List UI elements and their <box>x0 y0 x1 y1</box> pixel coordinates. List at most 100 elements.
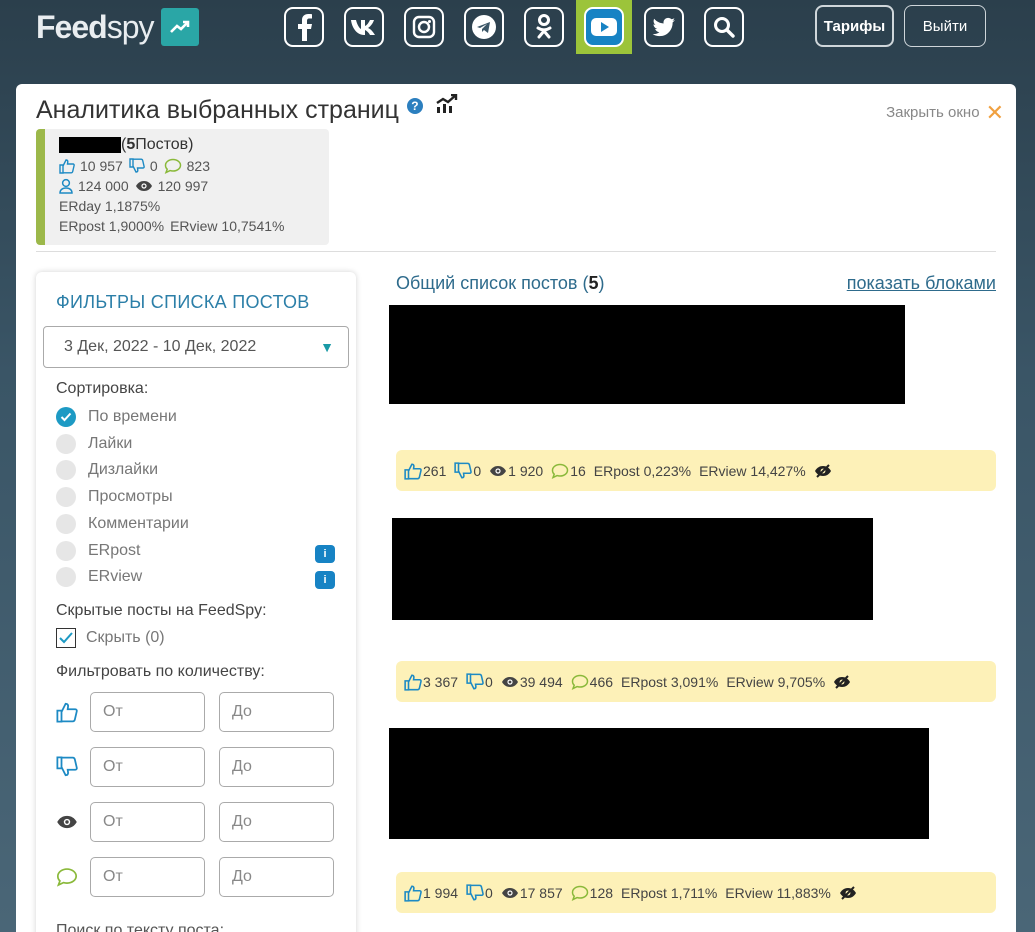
trend-icon <box>161 8 200 46</box>
top-bar: Feedspy Тарифы Выйти <box>0 0 1035 84</box>
nav-twitter[interactable] <box>636 0 692 54</box>
sort-option-erview[interactable]: ERview <box>56 567 142 587</box>
nav-facebook[interactable] <box>276 0 332 54</box>
radio-icon <box>56 487 76 507</box>
summary-views: 120 997 <box>157 178 209 194</box>
dislikes-to-input[interactable]: До <box>219 747 334 787</box>
comment-icon <box>571 885 589 901</box>
views-to-input[interactable]: До <box>219 802 334 842</box>
hide-post-icon[interactable] <box>839 885 857 900</box>
summary-dislikes: 0 <box>149 158 158 174</box>
redacted-post-content[interactable] <box>392 518 873 620</box>
sort-option-label: Дизлайки <box>88 461 159 478</box>
post-dislikes: 0 <box>454 461 481 480</box>
post-likes: 1 994 <box>404 884 458 902</box>
sort-option-label: Просмотры <box>88 488 173 505</box>
nav-search[interactable] <box>696 0 752 54</box>
info-icon[interactable]: i <box>315 571 335 589</box>
page-title-text: Аналитика выбранных страниц <box>36 96 399 124</box>
likes-from-input[interactable]: От <box>90 692 205 732</box>
post-erview: ERview 14,427% <box>699 462 806 479</box>
help-icon[interactable]: ? <box>406 97 423 114</box>
sort-option-label: ERpost <box>88 542 141 559</box>
post-views: 17 857 <box>501 885 563 901</box>
page-title: Аналитика выбранных страниц ? <box>36 93 459 125</box>
like-icon <box>404 462 422 480</box>
comments-from-input[interactable]: От <box>90 857 205 897</box>
sort-option-dislikes[interactable]: Дизлайки <box>56 460 158 480</box>
qty-filter-label: Фильтровать по количеству: <box>56 663 265 680</box>
chart-icon[interactable] <box>435 92 459 121</box>
sort-option-label: ERview <box>88 568 143 585</box>
date-range-select[interactable]: 3 Дек, 2022 - 10 Дек, 2022 ▼ <box>43 326 349 368</box>
show-blocks-link[interactable]: показать блоками <box>847 273 996 294</box>
comment-icon <box>551 463 569 479</box>
nav-telegram[interactable] <box>456 0 512 54</box>
post-comments: 16 <box>551 463 586 479</box>
post-stats-bar: 1 994 0 17 857 128 ERpost 1,711% ERview … <box>396 872 996 913</box>
dislike-icon <box>454 461 473 480</box>
summary-comments: 823 <box>186 158 210 174</box>
tariffs-button[interactable]: Тарифы <box>815 5 894 47</box>
filters-title: ФИЛЬТРЫ СПИСКА ПОСТОВ <box>56 292 310 312</box>
redacted-post-content[interactable] <box>389 305 905 404</box>
sort-option-likes[interactable]: Лайки <box>56 434 132 454</box>
sort-option-label: По времени <box>88 408 177 425</box>
dislikes-from-input[interactable]: От <box>90 747 205 787</box>
post-likes: 261 <box>404 462 446 480</box>
hide-post-icon[interactable] <box>814 463 832 478</box>
hide-post-icon[interactable] <box>833 674 851 689</box>
dislike-icon <box>466 883 484 902</box>
post-list-count: 5 <box>588 273 599 293</box>
post-list-title: Общий список постов (5) <box>396 273 605 293</box>
info-icon[interactable]: i <box>315 545 335 563</box>
eye-icon <box>501 676 519 688</box>
odnoklassniki-icon <box>524 7 564 47</box>
social-nav <box>276 0 756 54</box>
logo-text: Feedspy <box>36 8 154 45</box>
radio-icon <box>56 514 76 534</box>
post-views: 39 494 <box>501 674 563 690</box>
sort-option-time[interactable]: По времени <box>56 407 177 427</box>
nav-youtube[interactable] <box>576 0 632 54</box>
nav-odnoklassniki[interactable] <box>516 0 572 54</box>
redacted-page-name <box>59 137 121 153</box>
summary-subscribers: 124 000 <box>78 178 129 194</box>
nav-vk[interactable] <box>336 0 392 54</box>
sort-option-label: Комментарии <box>88 515 189 532</box>
sort-option-views[interactable]: Просмотры <box>56 487 173 507</box>
facebook-icon <box>284 7 324 47</box>
instagram-icon <box>404 7 444 47</box>
redacted-post-content[interactable] <box>389 728 929 839</box>
sort-option-comments[interactable]: Комментарии <box>56 514 189 534</box>
date-range-value: 3 Дек, 2022 - 10 Дек, 2022 <box>64 338 257 355</box>
qty-row-likes: От До <box>56 692 348 732</box>
chevron-down-icon: ▼ <box>320 339 334 355</box>
dislike-icon <box>129 158 145 174</box>
vk-icon <box>344 7 384 47</box>
post-erpost: ERpost 1,711% <box>621 884 718 901</box>
logo[interactable]: Feedspy <box>36 8 200 46</box>
like-icon <box>404 673 422 691</box>
post-erview: ERview 9,705% <box>726 673 826 690</box>
close-window-button[interactable]: Закрыть окно ✕ <box>886 101 1004 123</box>
filters-panel: ФИЛЬТРЫ СПИСКА ПОСТОВ 3 Дек, 2022 - 10 Д… <box>36 272 356 932</box>
nav-instagram[interactable] <box>396 0 452 54</box>
search-icon <box>704 7 744 47</box>
summary-card: (5 Постов) 10 957 0 823 124 000 120 997 … <box>36 129 329 245</box>
radio-icon <box>56 434 76 454</box>
sort-option-erpost[interactable]: ERpost <box>56 541 140 561</box>
telegram-icon <box>464 7 504 47</box>
radio-checked-icon <box>56 407 76 427</box>
summary-er-row: ERpost 1,9000% ERview 10,7541% <box>59 216 329 236</box>
likes-to-input[interactable]: До <box>219 692 334 732</box>
hide-checkbox-row[interactable]: Скрыть (0) <box>56 628 165 648</box>
divider <box>36 251 996 252</box>
summary-posts-label: Постов) <box>135 136 194 153</box>
analytics-panel: Аналитика выбранных страниц ? Закрыть ок… <box>16 84 1016 932</box>
exit-button[interactable]: Выйти <box>904 5 986 47</box>
views-from-input[interactable]: От <box>90 802 205 842</box>
post-comments: 128 <box>571 885 613 901</box>
comments-to-input[interactable]: До <box>219 857 334 897</box>
post-dislikes: 0 <box>466 883 493 902</box>
